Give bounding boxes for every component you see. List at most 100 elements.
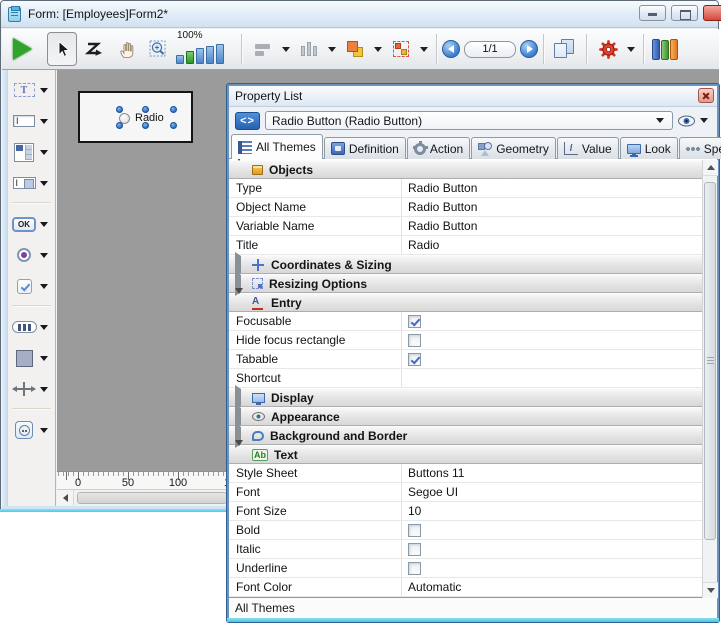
properties-dropdown-arrow[interactable] <box>627 47 635 52</box>
selection-handle[interactable] <box>116 122 123 129</box>
property-value-variable-name[interactable]: Radio Button <box>402 217 702 235</box>
section-header-appearance[interactable]: Appearance <box>229 407 702 426</box>
chevron-down-icon[interactable] <box>40 253 48 258</box>
selection-handle[interactable] <box>142 106 149 113</box>
sidebar-tool-plugin-area[interactable] <box>10 418 55 442</box>
property-value-focusable[interactable] <box>402 312 702 330</box>
property-value-object-name[interactable]: Radio Button <box>402 198 702 216</box>
chevron-down-icon[interactable] <box>40 356 48 361</box>
scroll-left-button[interactable] <box>57 490 74 505</box>
section-header-resizing-options[interactable]: Resizing Options <box>229 274 702 293</box>
page-indicator[interactable]: 1/1 <box>464 41 516 58</box>
property-value-title[interactable]: Radio <box>402 236 702 254</box>
sidebar-tool-list-box[interactable] <box>10 140 55 164</box>
execute-form-button[interactable] <box>7 32 37 66</box>
property-value-font-color[interactable]: Automatic <box>402 578 702 596</box>
previous-page-button[interactable] <box>442 40 460 58</box>
distribute-button[interactable] <box>294 32 324 66</box>
distribute-dropdown-arrow[interactable] <box>328 47 336 52</box>
selection-handle[interactable] <box>142 122 149 129</box>
tab-geometry[interactable]: Geometry <box>471 137 556 159</box>
next-page-button[interactable] <box>520 40 538 58</box>
object-nav-button[interactable]: <> <box>235 112 260 130</box>
property-value-italic[interactable] <box>402 540 702 558</box>
property-value-tabable[interactable] <box>402 350 702 368</box>
selection-tool-button[interactable] <box>47 32 77 66</box>
maximize-button[interactable] <box>671 5 698 21</box>
scroll-down-button[interactable] <box>703 582 718 598</box>
chevron-down-icon[interactable] <box>40 181 48 186</box>
property-value-bold[interactable] <box>402 521 702 539</box>
chevron-down-icon[interactable] <box>40 325 48 330</box>
chevron-down-icon[interactable] <box>40 284 48 289</box>
checkbox-hide-focus-rectangle[interactable] <box>408 334 421 347</box>
duplicate-many-button[interactable] <box>386 32 416 66</box>
sidebar-tool-radio-button[interactable] <box>10 243 55 267</box>
section-header-entry[interactable]: AEntry <box>229 293 702 312</box>
selection-handle[interactable] <box>170 122 177 129</box>
tab-all-themes[interactable]: All Themes <box>231 134 323 159</box>
section-header-coordinates-and-sizing[interactable]: Coordinates & Sizing <box>229 255 702 274</box>
scroll-up-button[interactable] <box>703 160 718 176</box>
align-dropdown-arrow[interactable] <box>282 47 290 52</box>
section-header-text[interactable]: AbText <box>229 445 702 464</box>
radio-widget-label[interactable]: Radio <box>135 112 164 124</box>
property-value-style-sheet[interactable]: Buttons 11 <box>402 464 702 482</box>
horizontal-scroll-thumb[interactable] <box>77 492 227 504</box>
section-header-display[interactable]: Display <box>229 388 702 407</box>
chevron-down-icon[interactable] <box>40 150 48 155</box>
minimize-button[interactable] <box>639 5 666 21</box>
sidebar-tool-button-grid[interactable] <box>10 315 55 339</box>
checkbox-italic[interactable] <box>408 543 421 556</box>
close-button[interactable] <box>703 5 721 21</box>
property-value-shortcut[interactable] <box>402 369 702 387</box>
window-titlebar[interactable]: Form: [Employees]Form2* <box>1 1 718 28</box>
align-button[interactable] <box>248 32 278 66</box>
chevron-down-icon[interactable] <box>40 428 48 433</box>
object-selector-combobox[interactable]: Radio Button (Radio Button) <box>265 111 673 130</box>
sidebar-tool-rectangle[interactable] <box>10 346 55 370</box>
tab-look[interactable]: Look <box>620 137 678 159</box>
planes-dropdown-arrow[interactable] <box>374 47 382 52</box>
chevron-down-icon[interactable] <box>40 387 48 392</box>
zoom-scale-control[interactable]: 100% <box>176 31 234 67</box>
vertical-scrollbar[interactable] <box>702 160 717 598</box>
property-list-close-button[interactable] <box>698 88 714 103</box>
chevron-down-icon[interactable] <box>40 88 48 93</box>
move-tool-button[interactable] <box>111 32 141 66</box>
selection-handle[interactable] <box>170 106 177 113</box>
collapse-arrow-icon[interactable] <box>235 288 243 311</box>
chevron-down-icon[interactable] <box>40 222 48 227</box>
display-pages-button[interactable] <box>550 32 580 66</box>
section-header-objects[interactable]: Objects <box>229 160 702 179</box>
sidebar-tool-check-box[interactable] <box>10 274 55 298</box>
checkbox-tabable[interactable] <box>408 353 421 366</box>
tab-definition[interactable]: Definition <box>324 137 406 159</box>
tab-specific[interactable]: Specific <box>679 137 721 159</box>
sidebar-tool-button[interactable]: OK <box>10 212 55 236</box>
sidebar-tool-text[interactable]: T <box>10 78 55 102</box>
section-header-background-and-border[interactable]: Background and Border <box>229 426 702 445</box>
property-value-hide-focus-rectangle[interactable] <box>402 331 702 349</box>
checkbox-focusable[interactable] <box>408 315 421 328</box>
collapse-arrow-icon[interactable] <box>235 440 243 463</box>
sidebar-tool-splitter[interactable] <box>10 377 55 401</box>
entry-order-tool-button[interactable] <box>79 32 109 66</box>
property-value-type[interactable]: Radio Button <box>402 179 702 197</box>
sidebar-tool-combo-box[interactable]: I <box>10 171 55 195</box>
library-button[interactable] <box>650 32 680 66</box>
tab-value[interactable]: Value <box>557 137 619 159</box>
selection-handle[interactable] <box>116 106 123 113</box>
tab-action[interactable]: Action <box>407 137 470 159</box>
property-value-font[interactable]: Segoe UI <box>402 483 702 501</box>
zoom-tool-button[interactable] <box>143 32 173 66</box>
view-options-button[interactable] <box>678 115 711 127</box>
form-properties-button[interactable] <box>593 32 623 66</box>
chevron-down-icon[interactable] <box>40 119 48 124</box>
duplicate-dropdown-arrow[interactable] <box>420 47 428 52</box>
property-value-underline[interactable] <box>402 559 702 577</box>
checkbox-bold[interactable] <box>408 524 421 537</box>
manage-planes-button[interactable] <box>340 32 370 66</box>
property-value-font-size[interactable]: 10 <box>402 502 702 520</box>
property-list-titlebar[interactable]: Property List <box>229 86 717 107</box>
